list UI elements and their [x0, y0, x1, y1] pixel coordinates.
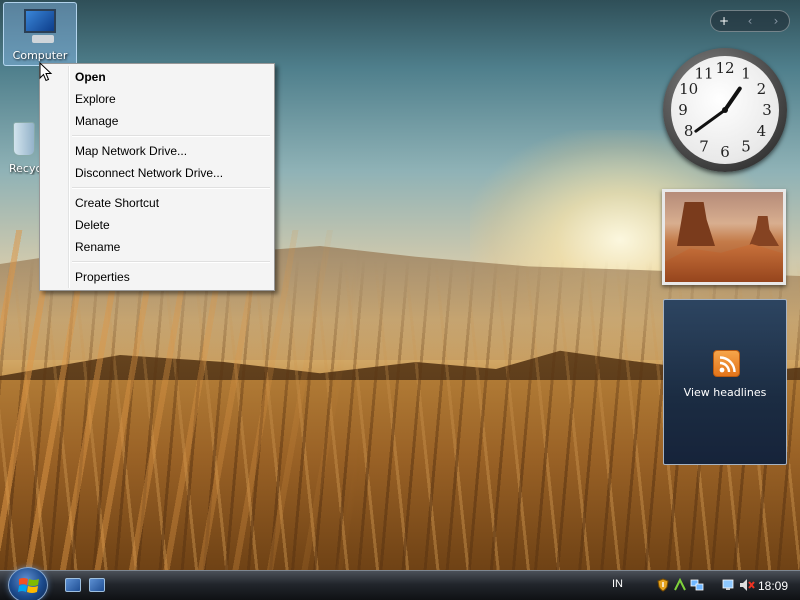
menu-item-explore[interactable]: Explore	[42, 88, 272, 110]
desktop-icon-computer[interactable]: Computer	[3, 2, 77, 66]
clock-minute-hand	[694, 108, 727, 133]
clock-numeral: 2	[757, 80, 767, 98]
clock-numeral: 12	[715, 59, 734, 77]
view-headlines-link[interactable]: View headlines	[664, 386, 786, 399]
windows-logo-icon	[18, 578, 39, 593]
menu-separator	[42, 184, 272, 192]
desktop-icon-label: Recyc	[9, 162, 42, 175]
context-menu: Open Explore Manage Map Network Drive... Dis…	[39, 63, 275, 291]
clock-numeral: 10	[679, 80, 698, 98]
show-desktop-icon[interactable]	[65, 578, 81, 592]
slideshow-gadget[interactable]	[662, 189, 786, 285]
menu-item-delete[interactable]: Delete	[42, 214, 272, 236]
clock-numeral: 11	[694, 65, 713, 83]
clock-numeral: 5	[741, 137, 751, 155]
rss-feed-icon	[713, 350, 740, 377]
volume-muted-icon[interactable]	[739, 578, 755, 592]
desktop-icon-label: Computer	[12, 49, 68, 62]
clock-gadget[interactable]: 12 1 2 3 4 5 6 7 8 9 10 11	[663, 48, 787, 172]
add-gadget-button[interactable]: +	[712, 14, 736, 28]
previous-page-button[interactable]: ‹	[738, 14, 762, 28]
computer-icon	[18, 7, 62, 47]
clock-numeral: 9	[678, 101, 688, 119]
menu-separator	[42, 258, 272, 266]
menu-item-create-shortcut[interactable]: Create Shortcut	[42, 192, 272, 214]
clock-numeral: 6	[720, 143, 730, 161]
menu-item-properties[interactable]: Properties	[42, 266, 272, 288]
menu-item-disconnect-network-drive[interactable]: Disconnect Network Drive...	[42, 162, 272, 184]
clock-numeral: 4	[757, 122, 767, 140]
network-icon[interactable]	[690, 578, 704, 592]
next-page-button[interactable]: ›	[764, 14, 788, 28]
menu-item-open[interactable]: Open	[42, 66, 272, 88]
clock-numeral: 3	[762, 101, 772, 119]
security-shield-icon[interactable]	[656, 578, 670, 592]
menu-separator	[42, 132, 272, 140]
menu-item-manage[interactable]: Manage	[42, 110, 272, 132]
network-status-icon[interactable]	[721, 578, 735, 592]
feed-headlines-gadget[interactable]: View headlines	[663, 299, 787, 465]
clock-numeral: 1	[741, 65, 751, 83]
sidebar-controls: + ‹ ›	[710, 10, 790, 32]
start-button[interactable]	[8, 567, 48, 600]
taskbar-clock[interactable]: 18:09	[758, 579, 788, 593]
signal-icon[interactable]	[673, 577, 687, 592]
menu-item-map-network-drive[interactable]: Map Network Drive...	[42, 140, 272, 162]
desktop-icon-recycle-bin[interactable]: Recyc	[3, 116, 43, 186]
notification-area: IN 18:09	[600, 571, 800, 600]
switch-windows-icon[interactable]	[89, 578, 105, 592]
taskbar: IN 18:09	[0, 567, 800, 600]
clock-numeral: 7	[699, 137, 709, 155]
clock-dial: 12 12 3 45678 9 1011	[678, 59, 772, 161]
clock-center	[722, 107, 728, 113]
recycle-bin-icon	[3, 120, 43, 160]
language-indicator[interactable]: IN	[612, 578, 623, 590]
clock-numeral: 8	[684, 122, 694, 140]
clock-hour-hand	[723, 86, 742, 112]
menu-item-rename[interactable]: Rename	[42, 236, 272, 258]
